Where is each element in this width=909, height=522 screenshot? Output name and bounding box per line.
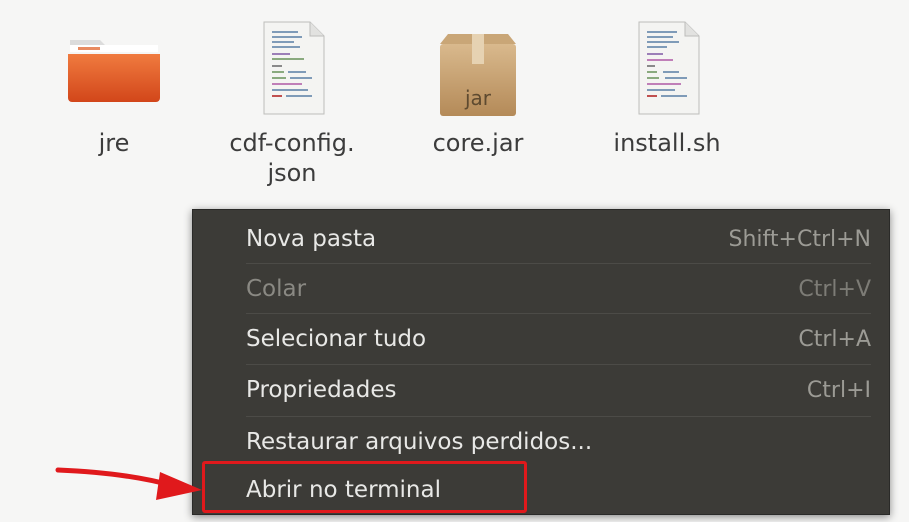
menu-item-propriedades[interactable]: Propriedades Ctrl+I	[193, 365, 889, 415]
file-name: jre	[98, 129, 130, 157]
file-name: install.sh	[613, 129, 721, 157]
menu-item-colar[interactable]: Colar Ctrl+V	[193, 264, 889, 314]
menu-item-label: Propriedades	[246, 377, 397, 403]
folder-icon	[64, 14, 164, 124]
jar-package-icon: jar	[428, 14, 528, 124]
menu-item-selecionar-tudo[interactable]: Selecionar tudo Ctrl+A	[193, 314, 889, 364]
file-item-core-jar[interactable]: jar core.jar	[408, 14, 548, 158]
text-file-icon	[242, 14, 342, 124]
red-arrow-icon	[55, 467, 202, 500]
menu-item-shortcut: Ctrl+A	[798, 326, 871, 352]
jar-label: jar	[464, 86, 492, 110]
menu-item-label: Colar	[246, 276, 307, 302]
file-item-install-sh[interactable]: install.sh	[597, 14, 737, 158]
menu-item-label: Selecionar tudo	[246, 326, 427, 352]
menu-item-label: Restaurar arquivos perdidos...	[246, 429, 593, 455]
menu-item-shortcut: Ctrl+V	[798, 276, 871, 302]
file-name: core.jar	[432, 129, 524, 157]
menu-item-shortcut: Shift+Ctrl+N	[728, 226, 871, 252]
menu-item-label: Nova pasta	[246, 226, 377, 252]
menu-item-abrir-no-terminal[interactable]: Abrir no terminal	[193, 465, 889, 515]
menu-item-shortcut: Ctrl+I	[806, 377, 871, 403]
menu-item-nova-pasta[interactable]: Nova pasta Shift+Ctrl+N	[193, 214, 889, 264]
menu-item-restaurar-arquivos[interactable]: Restaurar arquivos perdidos...	[193, 417, 889, 467]
file-item-jre[interactable]: jre	[44, 14, 184, 158]
context-menu: Nova pasta Shift+Ctrl+N Colar Ctrl+V Sel…	[192, 209, 890, 515]
file-item-cdf-config-json[interactable]: cdf-config. json	[222, 14, 362, 188]
file-name: cdf-config. json	[229, 129, 355, 187]
script-file-icon	[617, 14, 717, 124]
menu-item-label: Abrir no terminal	[246, 477, 441, 503]
